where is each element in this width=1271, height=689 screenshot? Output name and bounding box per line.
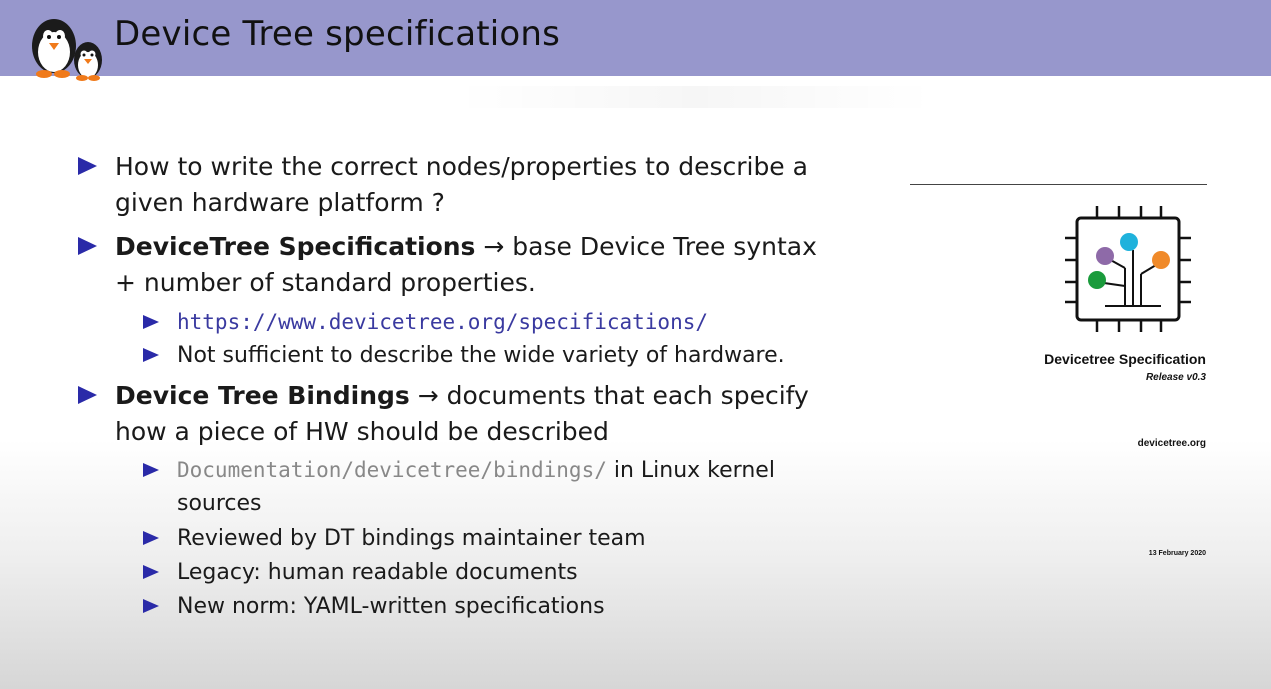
arrow-icon: →: [483, 232, 505, 261]
bullet-triangle-icon: [143, 599, 159, 613]
subbullet-spec-link: https://www.devicetree.org/specification…: [143, 306, 803, 339]
subbullet-not-sufficient: Not sufficient to describe the wide vari…: [143, 339, 803, 372]
cover-date: 13 February 2020: [1148, 550, 1206, 557]
bullet-text: Not sufficient to describe the wide vari…: [177, 343, 785, 368]
bullet-text: New norm: YAML-written specifications: [177, 594, 605, 619]
cover-site: devicetree.org: [1137, 438, 1206, 449]
bullet-hw-nodes: How to write the correct nodes/propertie…: [78, 149, 838, 221]
bullet-triangle-icon: [78, 157, 97, 175]
bullet-triangle-icon: [78, 386, 97, 404]
bullet-triangle-icon: [143, 565, 159, 579]
subbullet-legacy: Legacy: human readable documents: [143, 556, 803, 589]
subbullet-bindings-path: Documentation/devicetree/bindings/ in Li…: [143, 454, 803, 520]
cover-release: Release v0.3: [1145, 372, 1206, 383]
faded-heading: [455, 86, 935, 108]
bullet-triangle-icon: [143, 463, 159, 477]
cover-rule: [910, 184, 1207, 185]
bindings-path: Documentation/devicetree/bindings/: [177, 458, 607, 482]
bullet-triangle-icon: [143, 531, 159, 545]
cover-dot-green: [1088, 271, 1106, 289]
cover-title: Devicetree Specification: [1044, 351, 1206, 367]
bullet-dt-specifications: DeviceTree Specifications → base Device …: [78, 229, 838, 301]
devicetree-chip-icon: [1065, 206, 1191, 332]
arrow-icon: →: [417, 381, 439, 410]
spec-cover-image: Devicetree Specification Release v0.3 de…: [905, 170, 1210, 570]
subbullet-reviewed: Reviewed by DT bindings maintainer team: [143, 522, 803, 555]
bullet-triangle-icon: [143, 348, 159, 362]
bullet-text: Reviewed by DT bindings maintainer team: [177, 526, 646, 551]
bullet-text: Legacy: human readable documents: [177, 560, 578, 585]
bullet-dt-bindings: Device Tree Bindings → documents that ea…: [78, 378, 838, 450]
cover-dot-orange: [1152, 251, 1170, 269]
slide-title: Device Tree specifications: [114, 14, 561, 54]
bullet-bold-term: DeviceTree Specifications: [115, 232, 476, 261]
bullet-triangle-icon: [143, 315, 159, 329]
bullet-bold-term: Device Tree Bindings: [115, 381, 410, 410]
spec-link[interactable]: https://www.devicetree.org/specification…: [177, 306, 803, 339]
subbullet-yaml: New norm: YAML-written specifications: [143, 590, 803, 623]
penguin-logo-icon: [32, 19, 102, 81]
cover-dot-purple: [1096, 247, 1114, 265]
cover-dot-blue: [1120, 233, 1138, 251]
bullet-triangle-icon: [78, 237, 97, 255]
bullet-text: How to write the correct nodes/propertie…: [115, 152, 808, 217]
